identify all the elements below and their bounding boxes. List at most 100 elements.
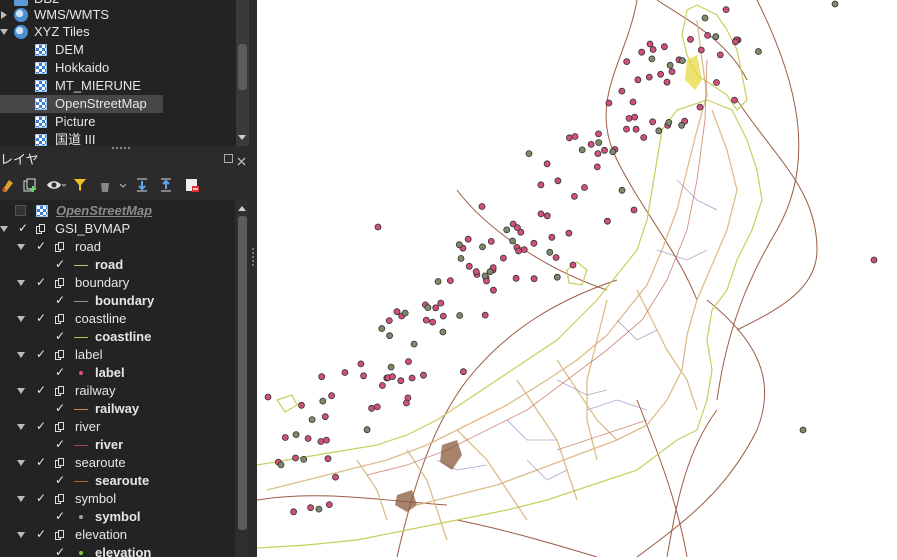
collapse-icon[interactable] xyxy=(0,29,8,35)
rule-visibility-checkbox[interactable]: ✓ xyxy=(55,258,66,270)
rule-boundary[interactable]: ✓ boundary xyxy=(0,292,235,310)
symbol-point xyxy=(799,426,807,434)
label-point xyxy=(713,79,720,86)
collapse-icon[interactable] xyxy=(17,352,25,358)
collapse-icon[interactable] xyxy=(17,460,25,466)
expand-icon[interactable] xyxy=(1,11,7,19)
layers-scrollbar[interactable] xyxy=(236,200,249,557)
collapse-icon[interactable] xyxy=(17,496,25,502)
filter-legend-icon[interactable] xyxy=(98,177,126,193)
layer-visibility-checkbox[interactable] xyxy=(15,205,26,216)
rule-road[interactable]: ✓ road xyxy=(0,256,235,274)
layer-searoute[interactable]: ✓ searoute xyxy=(0,454,235,472)
scroll-down-icon[interactable] xyxy=(238,135,246,140)
rule-coastline[interactable]: ✓ coastline xyxy=(0,328,235,346)
browser-item-picture[interactable]: Picture xyxy=(0,113,236,131)
rule-visibility-checkbox[interactable]: ✓ xyxy=(55,474,66,486)
collapse-icon[interactable] xyxy=(17,280,25,286)
browser-item-dem[interactable]: DEM xyxy=(0,41,236,59)
rule-visibility-checkbox[interactable]: ✓ xyxy=(55,294,66,306)
collapse-icon[interactable] xyxy=(0,226,8,232)
layer-visibility-checkbox[interactable]: ✓ xyxy=(36,240,47,252)
rule-visibility-checkbox[interactable]: ✓ xyxy=(55,546,66,557)
rule-searoute[interactable]: ✓ searoute xyxy=(0,472,235,490)
river-lines xyxy=(436,179,718,481)
rule-visibility-checkbox[interactable]: ✓ xyxy=(55,510,66,522)
label-point xyxy=(292,454,299,462)
layer-road[interactable]: ✓ road xyxy=(0,238,235,256)
layer-openstreetmap[interactable]: OpenStreetMap xyxy=(0,202,235,220)
label-point xyxy=(623,125,630,133)
rule-symbol[interactable]: ✓ symbol xyxy=(0,508,235,526)
float-panel-icon[interactable] xyxy=(224,154,233,163)
layer-railway[interactable]: ✓ railway xyxy=(0,382,235,400)
rule-visibility-checkbox[interactable]: ✓ xyxy=(55,330,66,342)
collapse-icon[interactable] xyxy=(17,424,25,430)
layer-river[interactable]: ✓ river xyxy=(0,418,235,436)
label-point xyxy=(601,146,608,154)
label-point xyxy=(397,377,405,385)
layer-visibility-checkbox[interactable]: ✓ xyxy=(36,348,47,360)
add-group-icon[interactable] xyxy=(22,177,38,193)
label-point xyxy=(325,501,333,509)
vector-tile-icon xyxy=(55,242,65,253)
layer-visibility-checkbox[interactable]: ✓ xyxy=(36,492,47,504)
visibility-icon[interactable] xyxy=(46,177,66,193)
label-point xyxy=(552,254,560,261)
rule-railway[interactable]: ✓ railway xyxy=(0,400,235,418)
browser-item-kokudo[interactable]: 国道 III xyxy=(0,131,236,146)
label-point xyxy=(537,210,545,218)
scroll-thumb[interactable] xyxy=(238,44,247,90)
rule-visibility-checkbox[interactable]: ✓ xyxy=(55,366,66,378)
layer-visibility-checkbox[interactable]: ✓ xyxy=(18,222,29,234)
label-point xyxy=(307,504,314,512)
layer-label[interactable]: ✓ label xyxy=(0,346,235,364)
collapse-icon[interactable] xyxy=(17,532,25,538)
layer-symbol[interactable]: ✓ symbol xyxy=(0,490,235,508)
label-point xyxy=(697,46,705,54)
layer-visibility-checkbox[interactable]: ✓ xyxy=(36,384,47,396)
map-canvas[interactable] xyxy=(256,0,897,558)
layer-boundary[interactable]: ✓ boundary xyxy=(0,274,235,292)
layer-visibility-checkbox[interactable]: ✓ xyxy=(36,276,47,288)
label-point xyxy=(657,70,665,78)
browser-scrollbar[interactable] xyxy=(236,0,249,146)
browser-item-wms[interactable]: WMS/WMTS xyxy=(0,6,249,24)
collapse-icon[interactable] xyxy=(17,388,25,394)
rule-label[interactable]: ✓ label xyxy=(0,364,235,382)
browser-item-xyz[interactable]: XYZ Tiles xyxy=(0,23,249,41)
symbol-point xyxy=(455,241,463,249)
vector-tile-icon xyxy=(36,224,46,235)
label-point xyxy=(605,99,613,107)
expand-all-icon[interactable] xyxy=(134,177,150,193)
layer-elevation[interactable]: ✓ elevation xyxy=(0,526,235,544)
collapse-icon[interactable] xyxy=(17,316,25,322)
scroll-thumb[interactable] xyxy=(238,216,247,530)
layer-visibility-checkbox[interactable]: ✓ xyxy=(36,456,47,468)
filter-icon[interactable] xyxy=(72,177,88,193)
rule-label: railway xyxy=(95,401,140,416)
remove-layer-icon[interactable] xyxy=(184,177,200,193)
layer-visibility-checkbox[interactable]: ✓ xyxy=(36,312,47,324)
collapse-icon[interactable] xyxy=(17,244,25,250)
rule-visibility-checkbox[interactable]: ✓ xyxy=(55,438,66,450)
label-point xyxy=(565,229,573,237)
layer-coastline[interactable]: ✓ coastline xyxy=(0,310,235,328)
collapse-all-icon[interactable] xyxy=(158,177,174,193)
close-panel-icon[interactable] xyxy=(237,154,246,166)
style-manager-icon[interactable] xyxy=(0,177,16,193)
layer-group-gsi-bvmap[interactable]: ✓ GSI_BVMAP xyxy=(0,220,235,238)
layer-visibility-checkbox[interactable]: ✓ xyxy=(36,528,47,540)
browser-item-label: Picture xyxy=(55,114,96,129)
rule-elevation[interactable]: ✓ elevation xyxy=(0,544,235,557)
label-point xyxy=(625,115,633,122)
rule-visibility-checkbox[interactable]: ✓ xyxy=(55,402,66,414)
scroll-up-icon[interactable] xyxy=(238,206,246,211)
rule-river[interactable]: ✓ river xyxy=(0,436,235,454)
symbol-point xyxy=(434,278,442,285)
browser-item-mt-mierune[interactable]: MT_MIERUNE xyxy=(0,77,236,95)
dock-resize-handle[interactable] xyxy=(249,0,257,557)
browser-item-hokkaido[interactable]: Hokkaido xyxy=(0,59,236,77)
browser-item-openstreetmap[interactable]: OpenStreetMap xyxy=(0,95,163,113)
layer-visibility-checkbox[interactable]: ✓ xyxy=(36,420,47,432)
